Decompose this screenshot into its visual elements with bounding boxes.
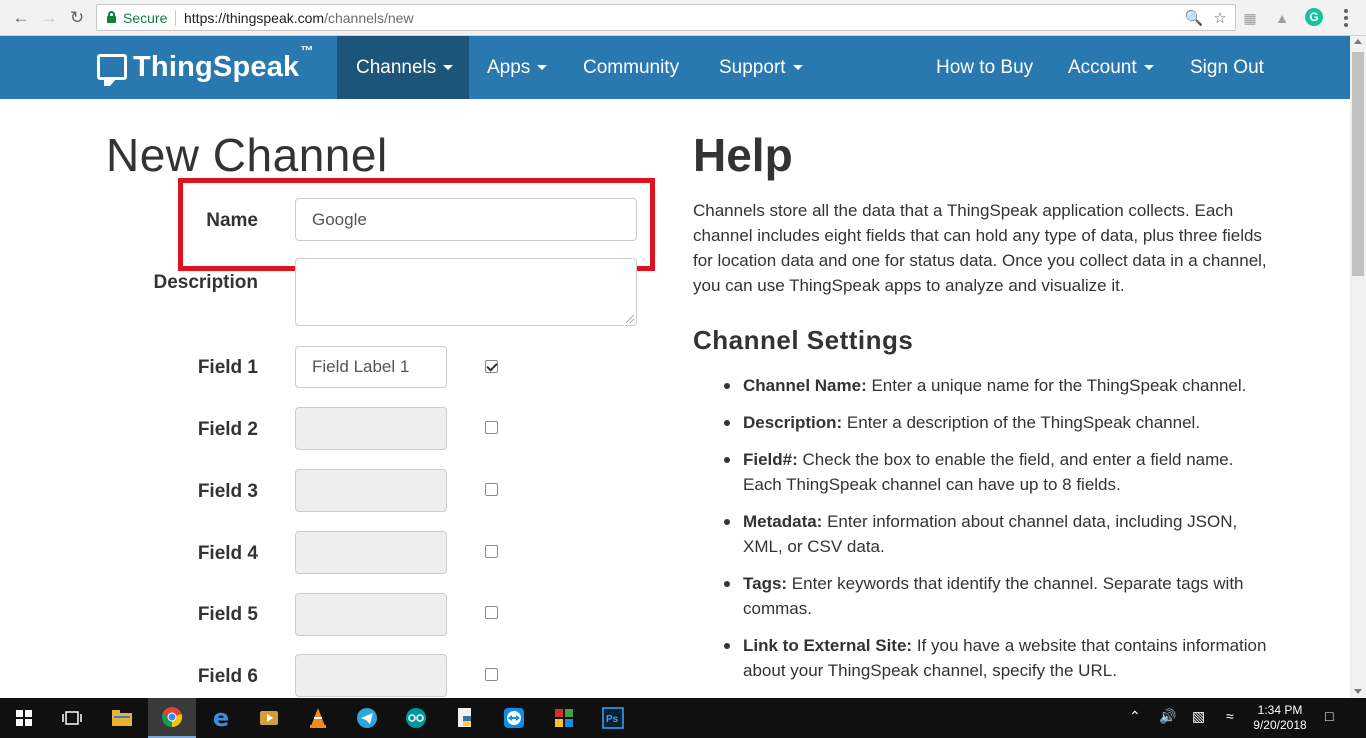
python-file-icon[interactable] [441,698,489,738]
back-arrow-icon[interactable]: ← [9,6,33,30]
nav-channels[interactable]: Channels [337,36,469,99]
secure-label: Secure [123,10,168,26]
url-text[interactable]: https://thingspeak.com/channels/new [184,10,414,26]
list-item: Metadata: Enter information about channe… [724,509,1273,559]
address-bar[interactable]: Secure https://thingspeak.com/channels/n… [96,4,1236,31]
field-4-input[interactable] [295,531,447,574]
field-6-checkbox[interactable] [485,668,498,681]
nav-sign-out[interactable]: Sign Out [1190,36,1264,99]
scroll-thumb[interactable] [1352,52,1364,276]
browser-toolbar: ← → ↻ Secure https://thingspeak.com/chan… [0,0,1366,36]
task-view-icon[interactable] [48,698,96,738]
zoom-icon[interactable]: 🔍 [1184,8,1204,28]
url-host: https://thingspeak.com [184,10,325,26]
field-2-label: Field 2 [197,419,258,440]
forward-arrow-icon[interactable]: → [37,6,61,30]
action-center-icon[interactable]: □ [1325,708,1333,724]
chrome-icon[interactable] [148,698,196,738]
clock-date: 9/20/2018 [1253,718,1307,732]
tray-chevron-up-icon[interactable]: ⌃ [1129,708,1141,725]
field-3-input[interactable] [295,469,447,512]
field-1-input[interactable]: Field Label 1 [295,346,447,388]
teamviewer-icon[interactable] [490,698,538,738]
extension-drive-icon[interactable]: ▲ [1272,8,1292,28]
list-item: Description: Enter a description of the … [724,410,1273,435]
volume-icon[interactable]: 🔊 [1159,708,1176,725]
address-divider [175,10,176,26]
field-3-checkbox[interactable] [485,483,498,496]
help-title: Help [693,129,793,181]
battery-icon[interactable]: ▧ [1192,708,1205,725]
vlc-icon[interactable] [294,698,342,738]
bookmark-star-icon[interactable]: ☆ [1210,8,1230,28]
lock-icon [107,11,116,23]
field-6-input[interactable] [295,654,447,697]
list-item: Channel Name: Enter a unique name for th… [724,373,1273,398]
page-title: New Channel [106,129,388,181]
browser-menu-icon[interactable] [1338,7,1354,29]
site-navbar: ThingSpeak™ Channels Apps Community Supp… [0,36,1350,99]
channel-settings-title: Channel Settings [693,325,914,355]
nav-how-to-buy[interactable]: How to Buy [936,36,1033,99]
nav-apps[interactable]: Apps [487,36,548,99]
reload-icon[interactable]: ↻ [65,6,89,30]
clock-time: 1:34 PM [1257,703,1303,717]
field-5-checkbox[interactable] [485,606,498,619]
svg-text:Ps: Ps [606,714,619,725]
help-settings-list: Channel Name: Enter a unique name for th… [724,373,1273,695]
telegram-icon[interactable] [343,698,391,738]
list-item: Field#: Check the box to enable the fiel… [724,447,1273,497]
page-scrollbar[interactable] [1350,36,1366,698]
photoshop-icon[interactable]: Ps [589,698,637,738]
edge-icon[interactable]: e [197,698,245,738]
description-label: Description [153,272,258,293]
list-item: Tags: Enter keywords that identify the c… [724,571,1273,621]
arduino-icon[interactable] [392,698,440,738]
description-textarea[interactable] [295,258,637,326]
tray-clock[interactable]: 1:34 PM 9/20/2018 [1253,703,1307,733]
field-6-label: Field 6 [197,666,258,687]
field-3-label: Field 3 [197,481,258,502]
nav-account[interactable]: Account [1068,36,1154,99]
brand-name: ThingSpeak™ [133,42,314,83]
caret-down-icon [792,65,803,70]
brand-logo[interactable]: ThingSpeak™ [97,42,314,86]
nav-support[interactable]: Support [719,36,803,99]
app-grid-icon[interactable] [540,698,588,738]
field-1-label: Field 1 [197,357,258,378]
field-5-input[interactable] [295,593,447,636]
extension-pdf-icon[interactable]: ▦ [1240,8,1260,28]
nav-community[interactable]: Community [583,36,679,99]
field-4-label: Field 4 [197,543,258,564]
caret-down-icon [1143,65,1154,70]
grammarly-extension-icon[interactable]: G [1305,8,1323,26]
field-2-input[interactable] [295,407,447,450]
file-explorer-icon[interactable] [98,698,146,738]
field-5-label: Field 5 [197,604,258,625]
media-player-icon[interactable] [245,698,293,738]
caret-down-icon [537,65,548,70]
scroll-down-arrow-icon[interactable] [1354,689,1362,694]
field-4-checkbox[interactable] [485,545,498,558]
wifi-icon[interactable]: ≈ [1226,708,1234,724]
field-1-checkbox[interactable] [485,360,498,373]
field-2-checkbox[interactable] [485,421,498,434]
scroll-up-arrow-icon[interactable] [1354,39,1362,44]
help-intro: Channels store all the data that a Thing… [693,201,1267,295]
caret-down-icon [443,65,454,70]
resize-grip-icon[interactable] [626,315,634,323]
list-item: Link to External Site: If you have a web… [724,633,1273,683]
speech-bubble-icon [97,54,127,86]
url-path: /channels/new [324,10,414,26]
windows-start-icon[interactable] [0,698,48,738]
